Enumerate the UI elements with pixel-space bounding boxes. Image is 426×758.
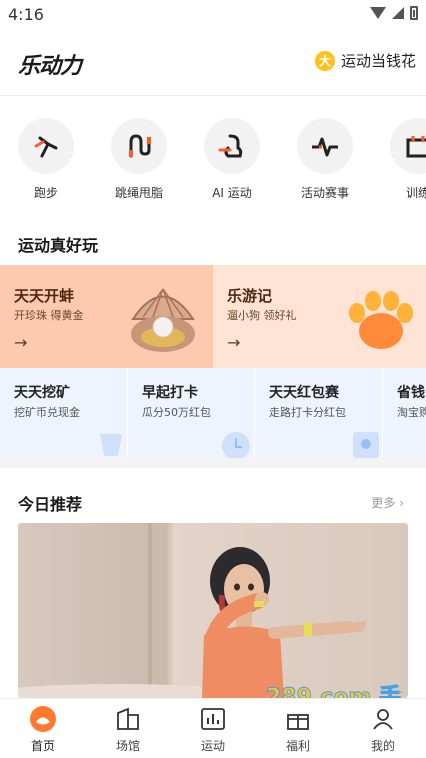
- profile-icon: [373, 709, 393, 730]
- tab-label: 运动: [200, 739, 225, 753]
- app-header: 乐动力 大 运动当钱花: [0, 40, 426, 84]
- paw-icon: [349, 291, 413, 349]
- battery-icon: [410, 6, 418, 20]
- tab-profile[interactable]: 我的: [353, 705, 413, 754]
- mini-game-early-checkin[interactable]: 早起打卡 瓜分50万红包: [128, 368, 254, 458]
- signal-icon: [392, 7, 404, 19]
- arrow-right-icon: →: [227, 333, 241, 352]
- mini-game-title: 省钱: [397, 385, 425, 401]
- category-label: AI 运动: [212, 186, 252, 200]
- category-jump-rope[interactable]: 跳绳甩脂: [94, 118, 184, 201]
- section-gap: [0, 458, 426, 468]
- game-subtitle: 遛小狗 领好礼: [227, 309, 297, 322]
- category-running[interactable]: 跑步: [1, 118, 91, 201]
- category-training[interactable]: 训练: [373, 118, 426, 201]
- alarm-clock-icon: [222, 432, 250, 458]
- category-events[interactable]: 活动赛事: [280, 118, 370, 201]
- category-label: 跑步: [33, 186, 58, 200]
- game-subtitle: 开珍珠 得黄金: [14, 309, 84, 322]
- fun-section-title: 运动真好玩: [18, 236, 99, 255]
- category-label: 跳绳甩脂: [114, 186, 163, 200]
- coin-shop-link[interactable]: 大 运动当钱花: [314, 50, 416, 71]
- tab-label: 首页: [30, 739, 55, 753]
- tab-venue[interactable]: 场馆: [98, 705, 158, 754]
- category-label: 训练: [405, 186, 426, 200]
- jump-rope-icon: [129, 134, 151, 158]
- game-title: 乐游记: [227, 287, 273, 305]
- mini-game-red-packet[interactable]: 天天红包赛 走路打卡分红包: [255, 368, 382, 458]
- recommend-title: 今日推荐: [18, 495, 83, 514]
- mini-game-subtitle: 淘宝购: [397, 406, 426, 419]
- game-card-travel[interactable]: 乐游记 遛小狗 领好礼 →: [213, 265, 426, 368]
- mini-game-subtitle: 瓜分50万红包: [142, 406, 211, 419]
- category-label: 活动赛事: [300, 186, 349, 200]
- home-icon: [30, 706, 56, 732]
- heartbeat-icon: [312, 137, 338, 157]
- coin-icon: 大: [314, 50, 335, 71]
- mini-game-subtitle: 走路打卡分红包: [269, 406, 346, 419]
- fitness-avatar-image: [18, 523, 366, 698]
- more-link[interactable]: 更多 ›: [371, 494, 404, 511]
- more-label: 更多: [371, 496, 396, 510]
- red-packet-icon: [353, 432, 379, 458]
- tab-label: 福利: [285, 739, 310, 753]
- running-icon: [34, 136, 58, 158]
- bottom-tab-bar: 首页 场馆 运动 福利 我的: [0, 698, 426, 758]
- mini-game-title: 早起打卡: [142, 385, 198, 401]
- chevron-right-icon: ›: [399, 496, 404, 510]
- gift-icon: [287, 714, 309, 730]
- mini-game-mining[interactable]: 天天挖矿 挖矿币兑现金: [0, 368, 127, 458]
- game-title: 天天开蚌: [14, 287, 75, 305]
- tab-label: 场馆: [115, 739, 140, 753]
- status-time: 4:16: [8, 5, 44, 24]
- category-row: 跑步 跳绳甩脂 AI 运动 活动赛事 训练: [0, 118, 426, 204]
- category-ai-sport[interactable]: AI 运动: [187, 118, 277, 201]
- header-divider: [0, 95, 426, 96]
- sport-stats-icon: [201, 708, 225, 730]
- tab-sport[interactable]: 运动: [183, 705, 243, 754]
- mini-game-title: 天天挖矿: [14, 385, 70, 401]
- clam-pearl-icon: [131, 288, 195, 352]
- tab-home[interactable]: 首页: [13, 705, 73, 754]
- status-icons: [370, 6, 418, 20]
- coin-shop-label: 运动当钱花: [340, 52, 416, 70]
- arrow-right-icon: →: [14, 333, 28, 352]
- ai-sport-icon: [218, 134, 243, 158]
- app-logo: 乐动力: [18, 54, 82, 79]
- mini-game-subtitle: 挖矿币兑现金: [14, 406, 80, 419]
- app-screen: 4:16 乐动力 大 运动当钱花 跑步 跳绳甩脂 AI 运动 活动赛事 训练 运…: [0, 0, 426, 758]
- game-card-clam[interactable]: 天天开蚌 开珍珠 得黄金 →: [0, 265, 213, 368]
- mini-game-title: 天天红包赛: [269, 385, 339, 401]
- venue-icon: [117, 707, 139, 730]
- mining-cart-icon: [100, 434, 122, 456]
- training-icon: [406, 136, 426, 158]
- mini-game-save-money[interactable]: 省钱 淘宝购: [383, 368, 426, 458]
- status-bar: 4:16: [0, 0, 426, 30]
- recommend-banner[interactable]: [18, 523, 408, 698]
- wifi-icon: [370, 7, 386, 19]
- tab-label: 我的: [370, 739, 395, 753]
- tab-welfare[interactable]: 福利: [268, 705, 328, 754]
